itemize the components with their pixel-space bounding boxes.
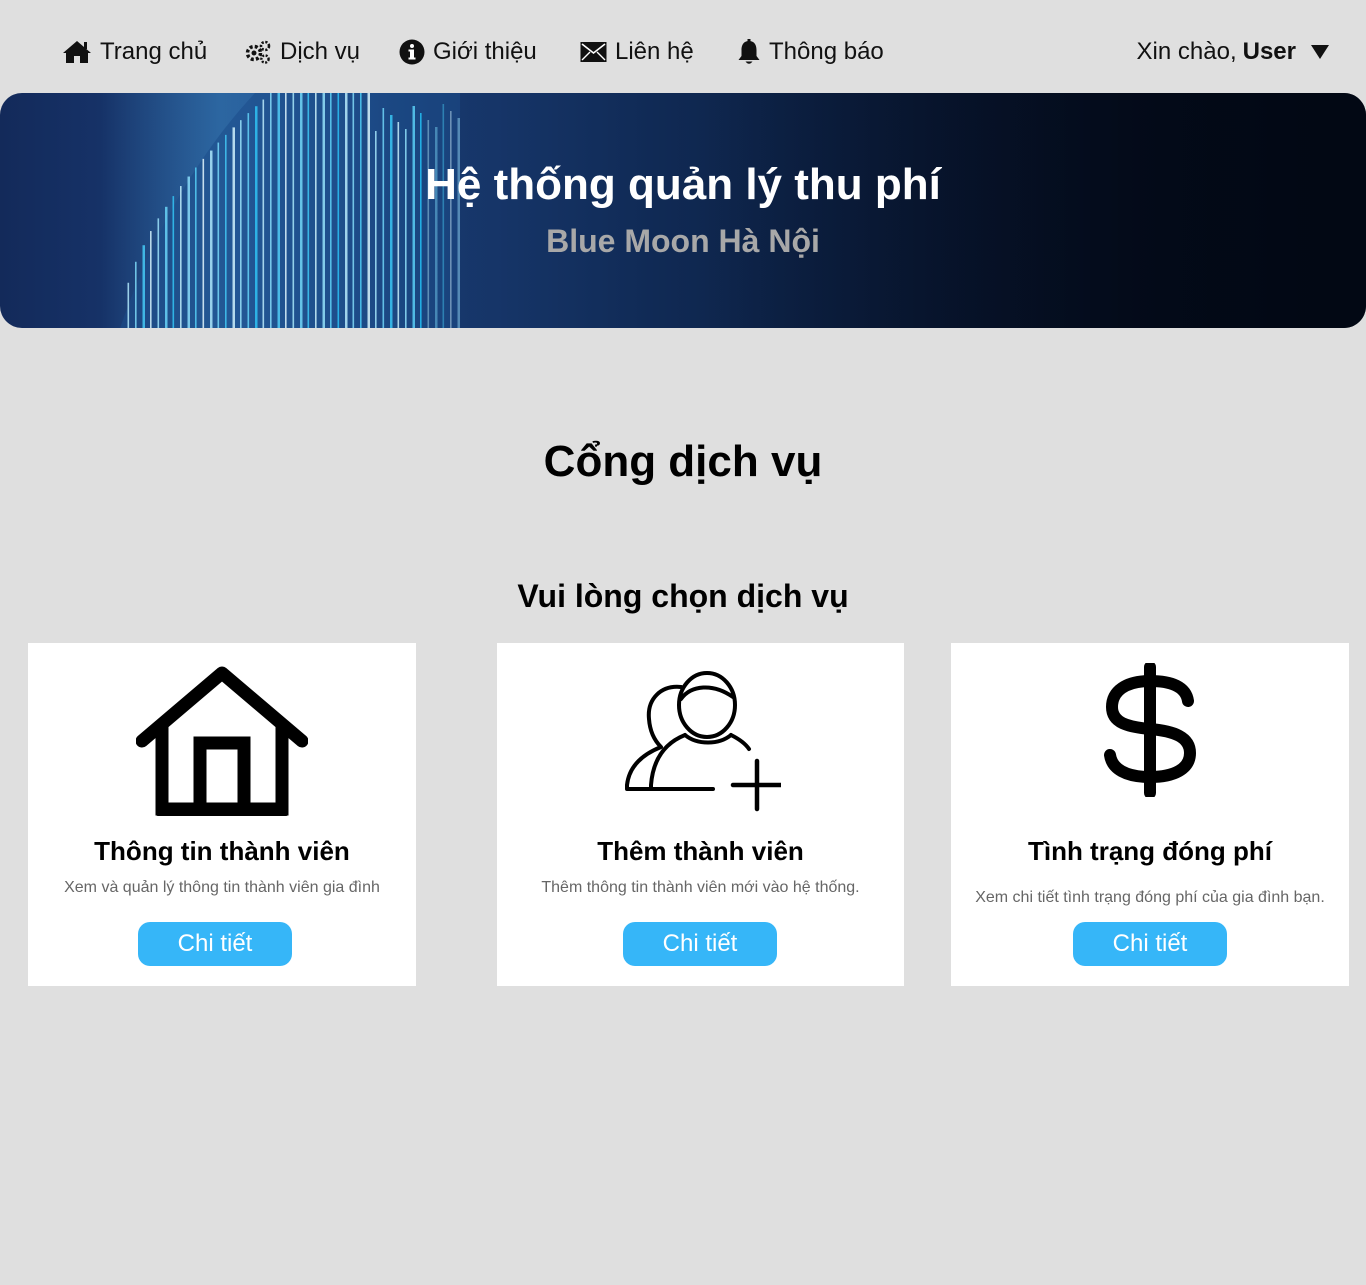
caret-down-icon[interactable] xyxy=(1310,44,1330,60)
dollar-icon xyxy=(1104,663,1197,797)
nav-item-label: Liên hệ xyxy=(615,38,694,65)
page-subtitle: Vui lòng chọn dịch vụ xyxy=(517,578,849,614)
detail-button[interactable]: Chi tiết xyxy=(1073,922,1227,966)
nav-item-label: Trang chủ xyxy=(100,38,208,65)
card-title: Thông tin thành viên xyxy=(94,836,350,866)
nav-item-notifications[interactable]: Thông báo xyxy=(737,34,884,70)
nav-item-home[interactable]: Trang chủ xyxy=(62,34,207,70)
home-icon xyxy=(63,41,91,63)
card-description: Xem và quản lý thông tin thành viên gia … xyxy=(64,879,380,896)
banner-title: Hệ thống quản lý thu phí xyxy=(425,160,941,209)
card-title: Thêm thành viên xyxy=(597,836,804,866)
card-description: Thêm thông tin thành viên mới vào hệ thố… xyxy=(541,879,860,896)
banner-subtitle: Blue Moon Hà Nội xyxy=(546,223,820,259)
gears-icon xyxy=(245,40,271,64)
card-fee-status: Tình trạng đóng phí Xem chi tiết tình tr… xyxy=(951,643,1349,986)
user-menu[interactable]: Xin chào, User xyxy=(1137,34,1330,70)
house-icon xyxy=(136,666,308,816)
nav-item-about[interactable]: Giới thiệu xyxy=(399,34,537,70)
card-add-member: Thêm thành viên Thêm thông tin thành viê… xyxy=(497,643,904,986)
nav-item-services[interactable]: Dịch vụ xyxy=(244,34,360,70)
detail-button[interactable]: Chi tiết xyxy=(138,922,292,966)
greeting-text: Xin chào, xyxy=(1136,38,1237,65)
top-navbar: Trang chủ Dịch vụ Giới thiệu Liên hệ Thô… xyxy=(0,0,1366,93)
nav-item-label: Giới thiệu xyxy=(433,38,537,65)
card-title: Tình trạng đóng phí xyxy=(1027,836,1273,866)
detail-button[interactable]: Chi tiết xyxy=(623,922,777,966)
page-title: Cổng dịch vụ xyxy=(543,437,823,486)
card-member-info: Thông tin thành viên Xem và quản lý thôn… xyxy=(28,643,416,986)
username: User xyxy=(1242,38,1296,65)
skyscraper-illustration xyxy=(100,93,1366,328)
info-icon xyxy=(399,39,425,65)
card-description: Xem chi tiết tình trạng đóng phí của gia… xyxy=(975,889,1325,906)
add-user-icon xyxy=(624,671,781,812)
nav-item-contact[interactable]: Liên hệ xyxy=(580,34,694,70)
nav-item-label: Thông báo xyxy=(769,38,884,65)
bell-icon xyxy=(738,39,760,64)
hero-banner: Hệ thống quản lý thu phí Blue Moon Hà Nộ… xyxy=(0,93,1366,328)
mail-icon xyxy=(580,42,607,62)
nav-item-label: Dịch vụ xyxy=(280,38,361,65)
